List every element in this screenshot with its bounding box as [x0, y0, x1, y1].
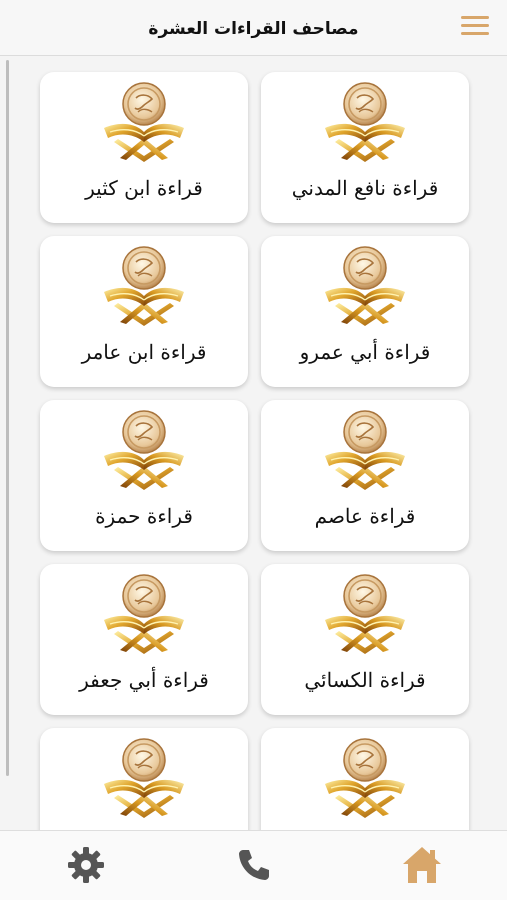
- card-label: قراءة حمزة: [95, 504, 193, 528]
- app-header: مصاحف القراءات العشرة: [0, 0, 507, 56]
- reading-card-nafi[interactable]: قراءة نافع المدني: [261, 72, 469, 223]
- bottom-navigation: [0, 830, 507, 900]
- quran-book-icon: [100, 738, 188, 822]
- quran-book-icon: [100, 82, 188, 166]
- reading-card-ibn-amir[interactable]: قراءة ابن عامر: [40, 236, 248, 387]
- reading-card-asim[interactable]: قراءة عاصم: [261, 400, 469, 551]
- page-title: مصاحف القراءات العشرة: [148, 19, 359, 39]
- readings-list: قراءة نافع المدني قراءة ابن كثير قراءة أ…: [0, 56, 507, 830]
- quran-book-icon: [100, 410, 188, 494]
- reading-card-abu-amr[interactable]: قراءة أبي عمرو: [261, 236, 469, 387]
- card-label: قراءة ابن عامر: [81, 340, 207, 364]
- card-label: قراءة الكسائي: [304, 668, 426, 692]
- quran-book-icon: [321, 574, 409, 658]
- home-icon: [403, 847, 441, 883]
- quran-book-icon: [100, 574, 188, 658]
- quran-book-icon: [321, 246, 409, 330]
- quran-book-icon: [321, 738, 409, 822]
- settings-button[interactable]: [62, 843, 110, 887]
- hamburger-menu-icon[interactable]: [461, 16, 489, 40]
- card-label: قراءة ابن كثير: [85, 176, 203, 200]
- phone-icon: [239, 850, 269, 880]
- contact-button[interactable]: [230, 843, 278, 887]
- card-label: قراءة نافع المدني: [291, 176, 439, 200]
- quran-book-icon: [321, 82, 409, 166]
- card-label: قراءة عاصم: [314, 504, 416, 528]
- reading-card-hamza[interactable]: قراءة حمزة: [40, 400, 248, 551]
- quran-book-icon: [100, 246, 188, 330]
- reading-card-10[interactable]: [40, 728, 248, 830]
- home-button[interactable]: [398, 843, 446, 887]
- card-label: قراءة أبي جعفر: [79, 668, 209, 692]
- reading-card-ibn-kathir[interactable]: قراءة ابن كثير: [40, 72, 248, 223]
- quran-book-icon: [321, 410, 409, 494]
- reading-card-abu-jafar[interactable]: قراءة أبي جعفر: [40, 564, 248, 715]
- card-label: قراءة أبي عمرو: [299, 340, 431, 364]
- reading-card-9[interactable]: [261, 728, 469, 830]
- gear-icon: [68, 847, 104, 883]
- reading-card-kisai[interactable]: قراءة الكسائي: [261, 564, 469, 715]
